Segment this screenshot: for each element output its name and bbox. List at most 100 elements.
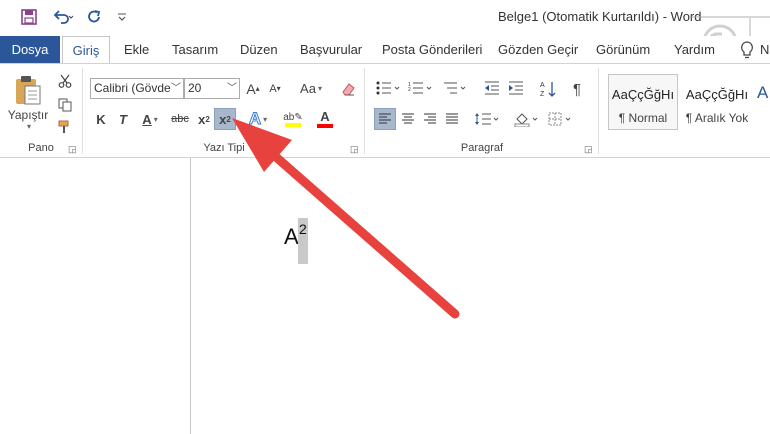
style-no-spacing-sample: AaÇçĞğHı (685, 87, 749, 102)
document-text[interactable]: A (284, 224, 299, 250)
multilevel-list-icon[interactable] (440, 78, 470, 98)
grow-font-label: A (246, 80, 256, 97)
underline-label: A (142, 111, 152, 127)
highlight-color-swatch (285, 122, 301, 127)
dialog-launcher-icon[interactable]: ◲ (68, 144, 78, 154)
increase-indent-icon[interactable] (506, 78, 526, 98)
chevron-down-icon[interactable] (114, 6, 130, 28)
paste-label: Yapıştır (7, 107, 49, 122)
font-color-button[interactable]: A (310, 108, 340, 130)
font-color-icon: A (320, 109, 330, 124)
chevron-down-icon: ▾ (317, 84, 322, 93)
numbering-icon[interactable]: 12 (406, 78, 436, 98)
copy-icon[interactable] (56, 96, 74, 114)
svg-text:A: A (540, 82, 545, 89)
caret-down-icon: ▾ (276, 84, 281, 93)
font-name-combo[interactable]: Calibri (Gövde ﹀ (90, 78, 184, 99)
superscript-digit: 2 (226, 114, 231, 124)
dialog-launcher-icon[interactable]: ◲ (350, 144, 360, 154)
chevron-down-icon: ▾ (26, 121, 31, 131)
style-heading-sample: A (757, 83, 769, 102)
paste-icon (16, 75, 41, 104)
align-right-icon[interactable] (420, 108, 440, 130)
align-center-icon[interactable] (398, 108, 418, 130)
highlighter-icon: ab✎ (283, 111, 303, 123)
clipboard-group: Yapıştır ▾ Pano ◲ (0, 64, 82, 157)
styles-group: AaÇçĞğHı ¶ Normal AaÇçĞğHı ¶ Aralık Yok … (600, 64, 770, 157)
style-no-spacing[interactable]: AaÇçĞğHı ¶ Aralık Yok (682, 74, 752, 130)
shrink-font-label: A (269, 82, 277, 95)
undo-icon[interactable] (50, 6, 78, 28)
document-canvas[interactable]: A 2 (0, 158, 770, 434)
caret-up-icon: ▴ (255, 84, 260, 93)
subscript-label: x (198, 111, 206, 127)
chevron-down-icon: ﹀ (227, 83, 237, 94)
style-normal-name: ¶ Normal (618, 111, 668, 125)
font-group: Calibri (Gövde ﹀ 20 ﹀ A ▴ A ▾ Aa ▾ K T A ▾ a… (84, 64, 364, 157)
font-group-label: Yazı Tipi (203, 142, 245, 154)
dialog-launcher-icon[interactable]: ◲ (584, 144, 594, 154)
shading-icon[interactable] (512, 108, 542, 130)
group-separator (598, 68, 599, 154)
highlight-button[interactable]: ab✎ (278, 108, 308, 130)
style-no-spacing-name: ¶ Aralık Yok (685, 111, 749, 125)
cut-icon[interactable] (56, 72, 74, 90)
tab-tell-me[interactable]: N (760, 36, 770, 63)
justify-icon[interactable] (442, 108, 462, 130)
lightbulb-icon[interactable] (738, 40, 756, 60)
paste-button[interactable]: Yapıştır ▾ (6, 72, 50, 132)
subscript-button[interactable]: x2 (194, 108, 214, 130)
selected-superscript[interactable]: 2 (298, 218, 308, 264)
window-title: Belge1 (Otomatik Kurtarıldı) - Word (498, 9, 702, 24)
decrease-indent-icon[interactable] (482, 78, 502, 98)
save-icon[interactable] (18, 6, 40, 28)
tab-mailings[interactable]: Posta Gönderileri (378, 36, 486, 63)
page-margin-line (190, 158, 191, 434)
paragraph-group-label: Paragraf (460, 142, 504, 154)
bold-button[interactable]: K (92, 108, 110, 130)
tab-review[interactable]: Gözden Geçir (494, 36, 582, 63)
text-effects-button[interactable]: A ▾ (244, 108, 272, 130)
tab-insert[interactable]: Ekle (120, 36, 153, 63)
strikethrough-button[interactable]: abc (168, 108, 192, 130)
align-left-icon[interactable] (374, 108, 396, 130)
tab-file[interactable]: Dosya (0, 36, 60, 63)
paragraph-group: 12 AZ ¶ Paragraf ◲ (366, 64, 598, 157)
tab-view[interactable]: Görünüm (592, 36, 654, 63)
title-bar: Belge1 (Otomatik Kurtarıldı) - Word (0, 0, 770, 72)
change-case-button[interactable]: Aa ▾ (294, 78, 328, 99)
style-normal[interactable]: AaÇçĞğHı ¶ Normal (608, 74, 678, 130)
clear-formatting-icon[interactable] (338, 78, 358, 99)
font-size-combo[interactable]: 20 ﹀ (184, 78, 240, 99)
tab-help[interactable]: Yardım (670, 36, 719, 63)
shrink-font-button[interactable]: A ▾ (266, 78, 284, 99)
superscript-button[interactable]: x2 (214, 108, 236, 130)
format-painter-icon[interactable] (56, 118, 74, 136)
grow-font-button[interactable]: A ▴ (244, 78, 262, 99)
borders-icon[interactable] (546, 108, 576, 130)
redo-icon[interactable] (84, 6, 106, 28)
ribbon-tabs: Dosya Giriş Ekle Tasarım Düzen Başvurula… (0, 36, 770, 64)
underline-button[interactable]: A ▾ (136, 108, 164, 130)
tab-design[interactable]: Tasarım (168, 36, 222, 63)
ribbon: Yapıştır ▾ Pano ◲ Calibri (Gövde ﹀ 20 ﹀ … (0, 63, 770, 158)
chevron-down-icon: ▾ (153, 114, 158, 124)
style-heading-partial[interactable]: A (756, 74, 770, 130)
text-effects-icon: A (248, 109, 262, 129)
superscript-text: 2 (299, 221, 307, 237)
line-spacing-icon[interactable] (472, 108, 502, 130)
sort-icon[interactable]: AZ (538, 78, 558, 100)
tab-home[interactable]: Giriş (62, 36, 110, 64)
italic-button[interactable]: T (114, 108, 132, 130)
superscript-label: x (219, 111, 227, 127)
group-separator (82, 68, 83, 154)
font-size-value: 20 (188, 81, 202, 95)
pilcrow-icon[interactable]: ¶ (568, 78, 586, 100)
svg-text:2: 2 (408, 87, 411, 93)
svg-text:Z: Z (540, 91, 545, 98)
bullets-icon[interactable] (374, 78, 404, 98)
tab-references[interactable]: Başvurular (296, 36, 366, 63)
chevron-down-icon: ﹀ (171, 83, 181, 94)
font-name-value: Calibri (Gövde (94, 81, 171, 95)
tab-layout[interactable]: Düzen (236, 36, 282, 63)
